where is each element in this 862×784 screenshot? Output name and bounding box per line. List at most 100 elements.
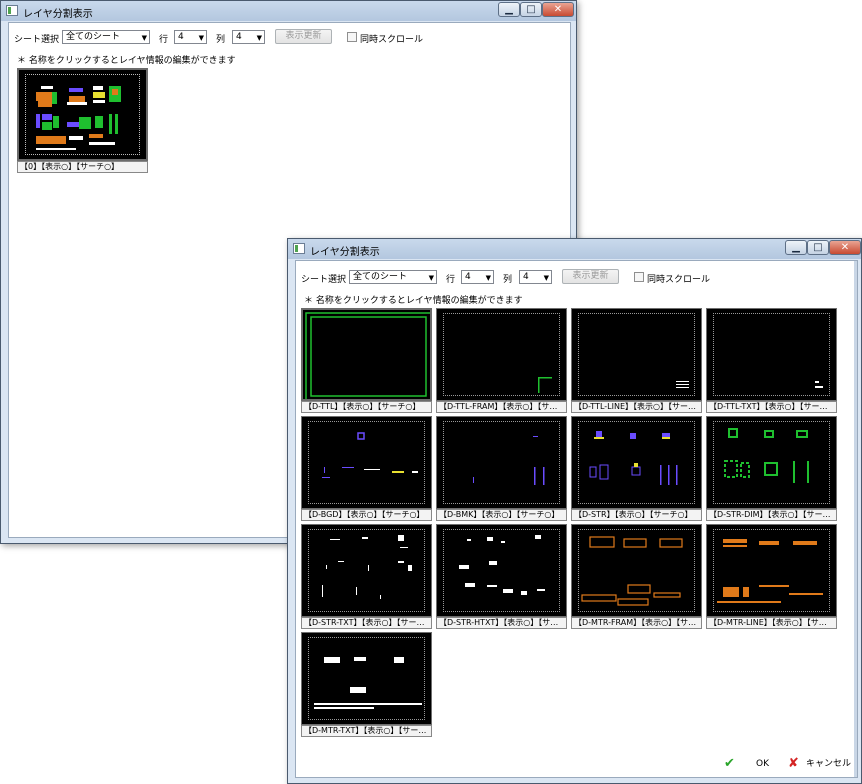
layer-preview[interactable] (17, 68, 148, 161)
drawing-preview (717, 539, 823, 603)
layer-caption[interactable]: 【D-MTR-TXT】【表示○】【サーチ○】 (301, 725, 432, 737)
scroll-track[interactable] (854, 261, 857, 777)
layer-thumbnail[interactable]: 【D-STR-HTXT】【表示○】【サーチ○】 (436, 524, 567, 629)
window-title: レイヤ分割表示 (23, 9, 93, 20)
layer-preview[interactable] (571, 308, 702, 401)
layer-thumbnail[interactable]: 【D-TTL-FRAM】【表示○】【サーチ○】 (436, 308, 567, 413)
app-icon (6, 5, 18, 16)
sheet-select-value: 全てのシート (353, 272, 408, 282)
col-label: 列 (216, 35, 226, 45)
sheet-select-label: シート選択 (14, 35, 60, 45)
layer-preview[interactable] (706, 524, 837, 617)
layer-caption[interactable]: 【D-TTL-LINE】【表示○】【サーチ○】 (571, 401, 702, 413)
drawing-preview (305, 312, 430, 399)
layer-caption[interactable]: 【D-STR-DIM】【表示○】【サーチ○】 (706, 509, 837, 521)
layer-preview[interactable] (301, 308, 432, 401)
layer-preview[interactable] (706, 416, 837, 509)
drawing-preview (589, 431, 678, 485)
drawing-preview (459, 535, 545, 595)
sync-scroll-checkbox[interactable] (634, 272, 644, 282)
drawing-preview (36, 86, 121, 150)
layer-caption[interactable]: 【D-TTL-FRAM】【表示○】【サーチ○】 (436, 401, 567, 413)
close-button[interactable]: ✕ (829, 240, 861, 255)
row-select[interactable]: 4 ▼ (461, 270, 494, 284)
layer-caption[interactable]: 【D-STR-HTXT】【表示○】【サーチ○】 (436, 617, 567, 629)
front-client: シート選択 全てのシート ▼ 行 4 ▼ 列 4 ▼ 表示更新 同時スクロール ＊ 名… (295, 260, 858, 778)
maximize-button[interactable]: □ (807, 240, 829, 255)
ok-button[interactable]: ✔ OK (722, 755, 770, 773)
layer-thumbnail[interactable]: 【D-MTR-TXT】【表示○】【サーチ○】 (301, 632, 432, 737)
col-select-value: 4 (236, 32, 242, 42)
sync-scroll-checkbox[interactable] (347, 32, 357, 42)
chevron-down-icon: ▼ (256, 34, 262, 42)
hint-text: ＊ 名称をクリックするとレイヤ情報の編集ができます (304, 296, 523, 306)
layer-caption[interactable]: 【D-STR】【表示○】【サーチ○】 (571, 509, 702, 521)
chevron-down-icon: ▼ (428, 274, 434, 282)
layer-thumbnail[interactable]: 【D-MTR-LINE】【表示○】【サーチ○】 (706, 524, 837, 629)
front-titlebar[interactable]: レイヤ分割表示 ▁ □ ✕ (288, 239, 861, 259)
layer-preview[interactable] (571, 416, 702, 509)
front-window: レイヤ分割表示 ▁ □ ✕ シート選択 全てのシート ▼ 行 4 ▼ 列 4 ▼ 表示… (287, 238, 862, 784)
back-titlebar[interactable]: レイヤ分割表示 ▁ □ ✕ (1, 1, 576, 21)
row-select-value: 4 (178, 32, 184, 42)
layer-thumbnail[interactable]: 【0】【表示○】【サーチ○】 (17, 68, 148, 173)
layer-caption[interactable]: 【D-TTL】【表示○】【サーチ○】 (301, 401, 432, 413)
row-select[interactable]: 4 ▼ (174, 30, 207, 44)
refresh-button[interactable]: 表示更新 (275, 29, 332, 44)
close-button[interactable]: ✕ (542, 2, 574, 17)
layer-thumbnail[interactable]: 【D-TTL-TXT】【表示○】【サーチ○】 (706, 308, 837, 413)
cancel-label: キャンセル (806, 759, 852, 769)
layer-preview[interactable] (301, 416, 432, 509)
sheet-select-label: シート選択 (301, 275, 347, 285)
chevron-down-icon: ▼ (543, 274, 549, 282)
col-select[interactable]: 4 ▼ (232, 30, 265, 44)
layer-preview[interactable] (571, 524, 702, 617)
layer-caption[interactable]: 【D-MTR-LINE】【表示○】【サーチ○】 (706, 617, 837, 629)
layer-preview[interactable] (436, 308, 567, 401)
layer-thumbnail[interactable]: 【D-TTL-LINE】【表示○】【サーチ○】 (571, 308, 702, 413)
layer-caption[interactable]: 【D-BGD】【表示○】【サーチ○】 (301, 509, 432, 521)
layer-thumbnail[interactable]: 【D-BGD】【表示○】【サーチ○】 (301, 416, 432, 521)
col-label: 列 (503, 275, 513, 285)
refresh-button[interactable]: 表示更新 (562, 269, 619, 284)
layer-thumbnail[interactable]: 【D-STR-DIM】【表示○】【サーチ○】 (706, 416, 837, 521)
drawing-preview (724, 428, 809, 483)
hint-text: ＊ 名称をクリックするとレイヤ情報の編集ができます (17, 56, 236, 66)
layer-thumbnail[interactable]: 【D-TTL】【表示○】【サーチ○】 (301, 308, 432, 413)
minimize-button[interactable]: ▁ (785, 240, 807, 255)
layer-caption[interactable]: 【D-TTL-TXT】【表示○】【サーチ○】 (706, 401, 837, 413)
row-label: 行 (159, 35, 169, 45)
ok-label: OK (756, 759, 769, 769)
layer-preview[interactable] (706, 308, 837, 401)
sheet-select[interactable]: 全てのシート ▼ (62, 30, 150, 44)
layer-thumbnail-grid: 【D-TTL】【表示○】【サーチ○】 【D-TTL-FRAM】【表示○】【サーチ○… (301, 308, 841, 742)
layer-caption[interactable]: 【D-STR-TXT】【表示○】【サーチ○】 (301, 617, 432, 629)
layer-caption[interactable]: 【D-BMK】【表示○】【サーチ○】 (436, 509, 567, 521)
layer-preview[interactable] (301, 632, 432, 725)
row-label: 行 (446, 275, 456, 285)
minimize-button[interactable]: ▁ (498, 2, 520, 17)
layer-thumbnail[interactable]: 【D-MTR-FRAM】【表示○】【サーチ○】 (571, 524, 702, 629)
col-select[interactable]: 4 ▼ (519, 270, 552, 284)
layer-preview[interactable] (436, 416, 567, 509)
layer-thumbnail[interactable]: 【D-BMK】【表示○】【サーチ○】 (436, 416, 567, 521)
sheet-select-value: 全てのシート (66, 32, 121, 42)
layer-thumbnail[interactable]: 【D-STR】【表示○】【サーチ○】 (571, 416, 702, 521)
col-select-value: 4 (523, 272, 529, 282)
row-select-value: 4 (465, 272, 471, 282)
maximize-button[interactable]: □ (520, 2, 542, 17)
layer-thumbnail[interactable]: 【D-STR-TXT】【表示○】【サーチ○】 (301, 524, 432, 629)
layer-caption[interactable]: 【D-MTR-FRAM】【表示○】【サーチ○】 (571, 617, 702, 629)
layer-preview[interactable] (301, 524, 432, 617)
drawing-preview (676, 381, 689, 388)
layer-caption[interactable]: 【0】【表示○】【サーチ○】 (17, 161, 148, 173)
cancel-button[interactable]: ✘ キャンセル (786, 755, 854, 773)
drawing-preview (314, 657, 422, 709)
layer-preview[interactable] (436, 524, 567, 617)
drawing-preview (538, 377, 552, 393)
drawing-preview (815, 381, 823, 388)
chevron-down-icon: ▼ (141, 34, 147, 42)
chevron-down-icon: ▼ (485, 274, 491, 282)
sheet-select[interactable]: 全てのシート ▼ (349, 270, 437, 284)
sync-scroll-label: 同時スクロール (360, 35, 424, 45)
